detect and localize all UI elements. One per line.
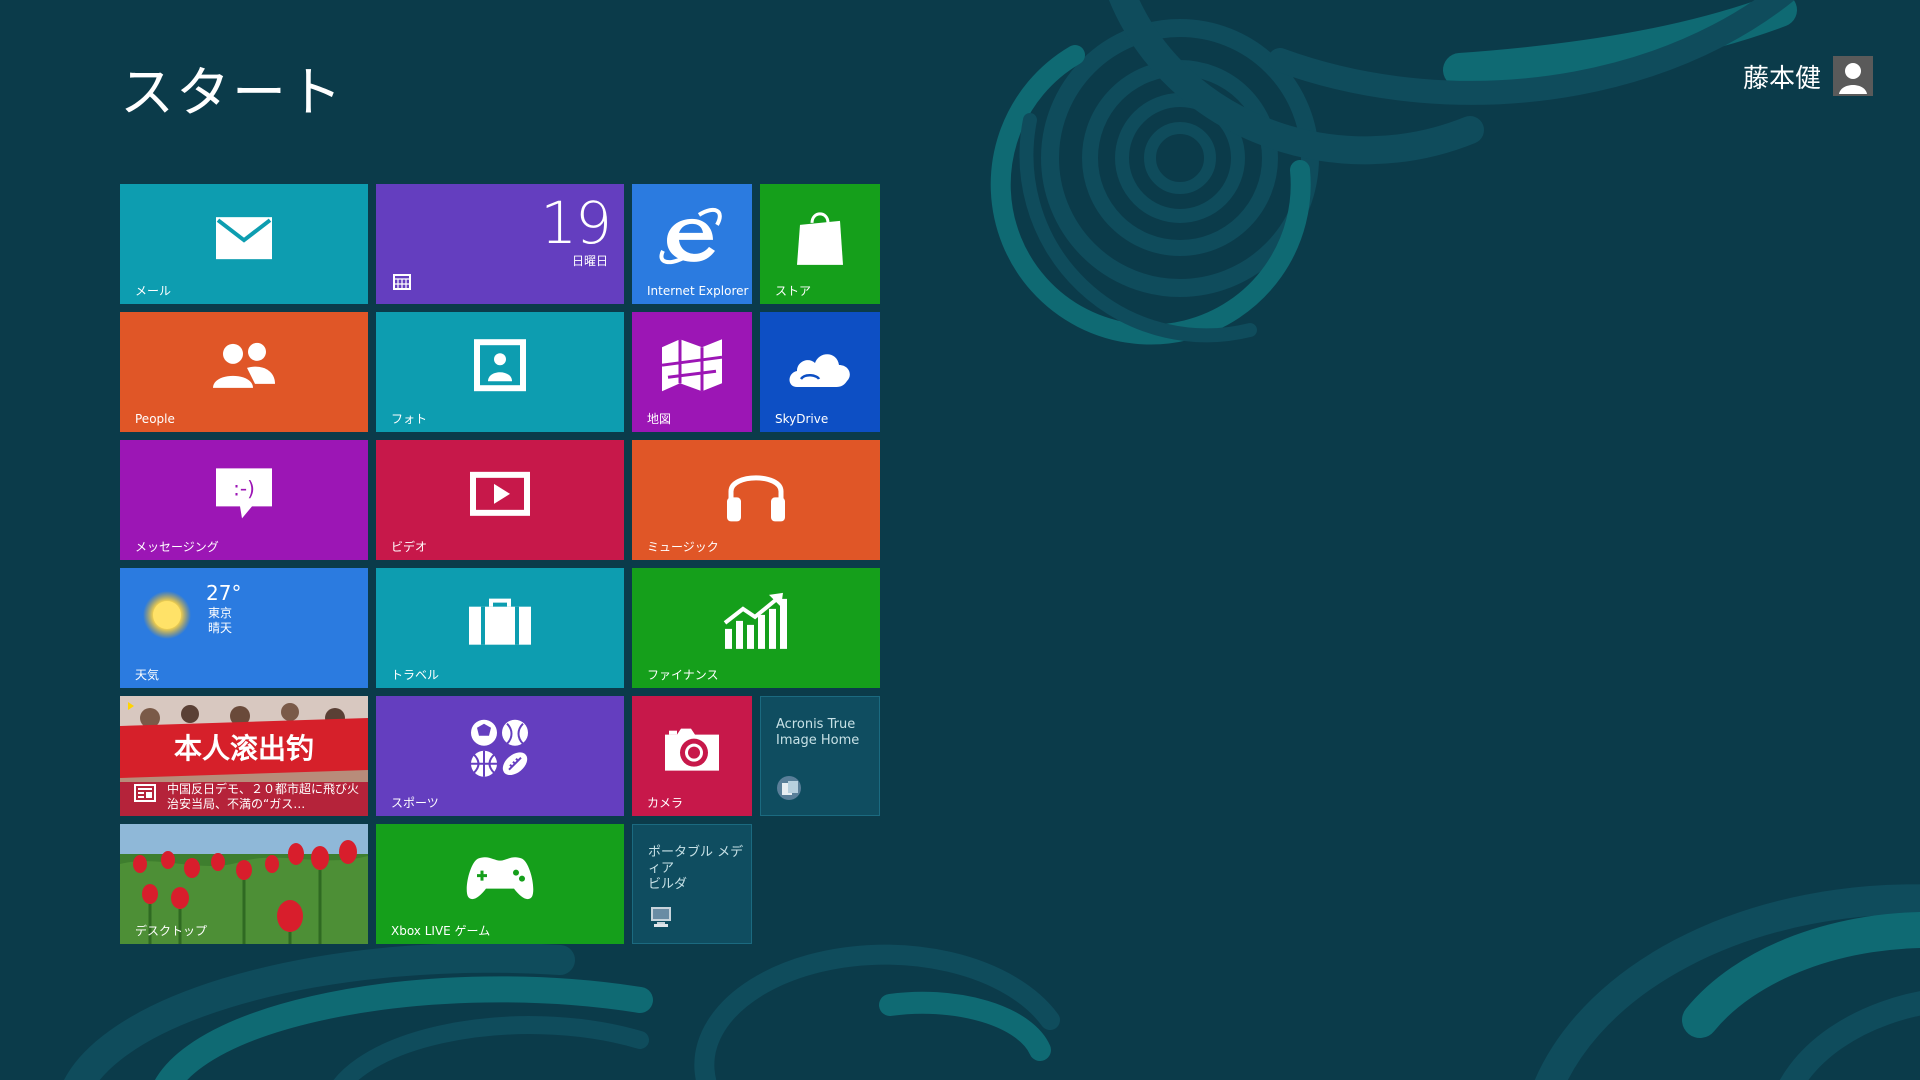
cloud-icon (787, 343, 853, 393)
video-play-icon (468, 470, 532, 522)
sun-icon (142, 590, 192, 644)
tile-music[interactable]: ミュージック (632, 440, 880, 560)
finance-chart-icon (723, 591, 789, 655)
tile-sports[interactable]: スポーツ (376, 696, 624, 816)
tile-label: Xbox LIVE ゲーム (391, 924, 491, 938)
tile-weather[interactable]: 27° 東京 晴天 天気 (120, 568, 368, 688)
tile-label: フォト (391, 412, 428, 426)
media-builder-app-icon (648, 905, 674, 933)
game-controller-icon (464, 853, 536, 907)
user-account[interactable]: 藤本健 (1743, 56, 1873, 96)
weather-condition: 晴天 (208, 621, 233, 635)
acronis-app-icon (776, 775, 804, 805)
photo-icon (472, 337, 528, 397)
calendar-icon (393, 274, 411, 294)
tile-portable-media-builder[interactable]: ポータブル メディア ビルダ (632, 824, 752, 944)
tile-messaging[interactable]: :-) メッセージング (120, 440, 368, 560)
tile-desktop[interactable]: デスクトップ (120, 824, 368, 944)
tile-label: メッセージング (135, 540, 219, 554)
tile-label: 地図 (647, 412, 672, 426)
calendar-date: 19 (540, 189, 612, 257)
tile-mail[interactable]: メール (120, 184, 368, 304)
calendar-weekday: 日曜日 (571, 254, 608, 268)
tile-label: スポーツ (391, 796, 439, 810)
store-bag-icon (797, 207, 843, 271)
tile-calendar[interactable]: 19 日曜日 (376, 184, 624, 304)
tile-maps[interactable]: 地図 (632, 312, 752, 432)
tile-label: カメラ (647, 796, 684, 810)
chat-bubble-icon: :-) (214, 466, 274, 524)
tile-label: メール (135, 284, 172, 298)
tile-xbox-live-games[interactable]: Xbox LIVE ゲーム (376, 824, 624, 944)
tile-store[interactable]: ストア (760, 184, 880, 304)
sports-balls-icon (469, 718, 531, 784)
tile-label: ファイナンス (647, 668, 719, 682)
tile-label: 天気 (135, 668, 160, 682)
weather-city: 東京 (208, 606, 233, 620)
tile-label: ストア (775, 284, 812, 298)
people-icon (211, 342, 277, 394)
tile-skydrive[interactable]: SkyDrive (760, 312, 880, 432)
tile-internet-explorer[interactable]: Internet Explorer (632, 184, 752, 304)
headphones-icon (723, 459, 789, 529)
svg-text::-): :-) (233, 476, 255, 500)
svg-text:本人滚出钓: 本人滚出钓 (174, 732, 314, 765)
tile-finance[interactable]: ファイナンス (632, 568, 880, 688)
tile-label: People (135, 412, 175, 426)
user-silhouette-icon (1833, 56, 1873, 96)
suitcase-icon (467, 597, 533, 651)
tile-label: トラベル (391, 668, 440, 682)
tile-label: ビデオ (391, 540, 428, 554)
user-name: 藤本健 (1742, 63, 1821, 94)
tile-label: Internet Explorer (647, 284, 749, 298)
map-icon (660, 337, 724, 397)
tile-label: デスクトップ (135, 924, 208, 938)
tile-label: ポータブル メディア ビルダ (648, 845, 744, 892)
tile-label: ミュージック (647, 540, 719, 554)
avatar[interactable] (1833, 56, 1873, 96)
internet-explorer-icon (659, 207, 725, 271)
weather-temperature: 27° (206, 581, 242, 605)
tile-camera[interactable]: カメラ (632, 696, 752, 816)
tile-grid: メール 19 日曜日 Internet Explorer ストア People (120, 184, 880, 944)
tile-people[interactable]: People (120, 312, 368, 432)
camera-icon (661, 725, 723, 779)
tile-news[interactable]: 本人滚出钓 中国反日デモ、２０都市超に飛び火 治安当局、不満の“ガス… (120, 696, 368, 816)
news-headline: 中国反日デモ、２０都市超に飛び火 治安当局、不満の“ガス… (167, 782, 360, 811)
news-icon (134, 784, 156, 806)
tile-label: SkyDrive (775, 412, 829, 426)
mail-icon (215, 216, 273, 264)
tile-video[interactable]: ビデオ (376, 440, 624, 560)
tile-photos[interactable]: フォト (376, 312, 624, 432)
tile-label: Acronis True Image Home (776, 717, 860, 748)
tile-acronis[interactable]: Acronis True Image Home (760, 696, 880, 816)
tile-travel[interactable]: トラベル (376, 568, 624, 688)
page-title: スタート (120, 61, 344, 124)
